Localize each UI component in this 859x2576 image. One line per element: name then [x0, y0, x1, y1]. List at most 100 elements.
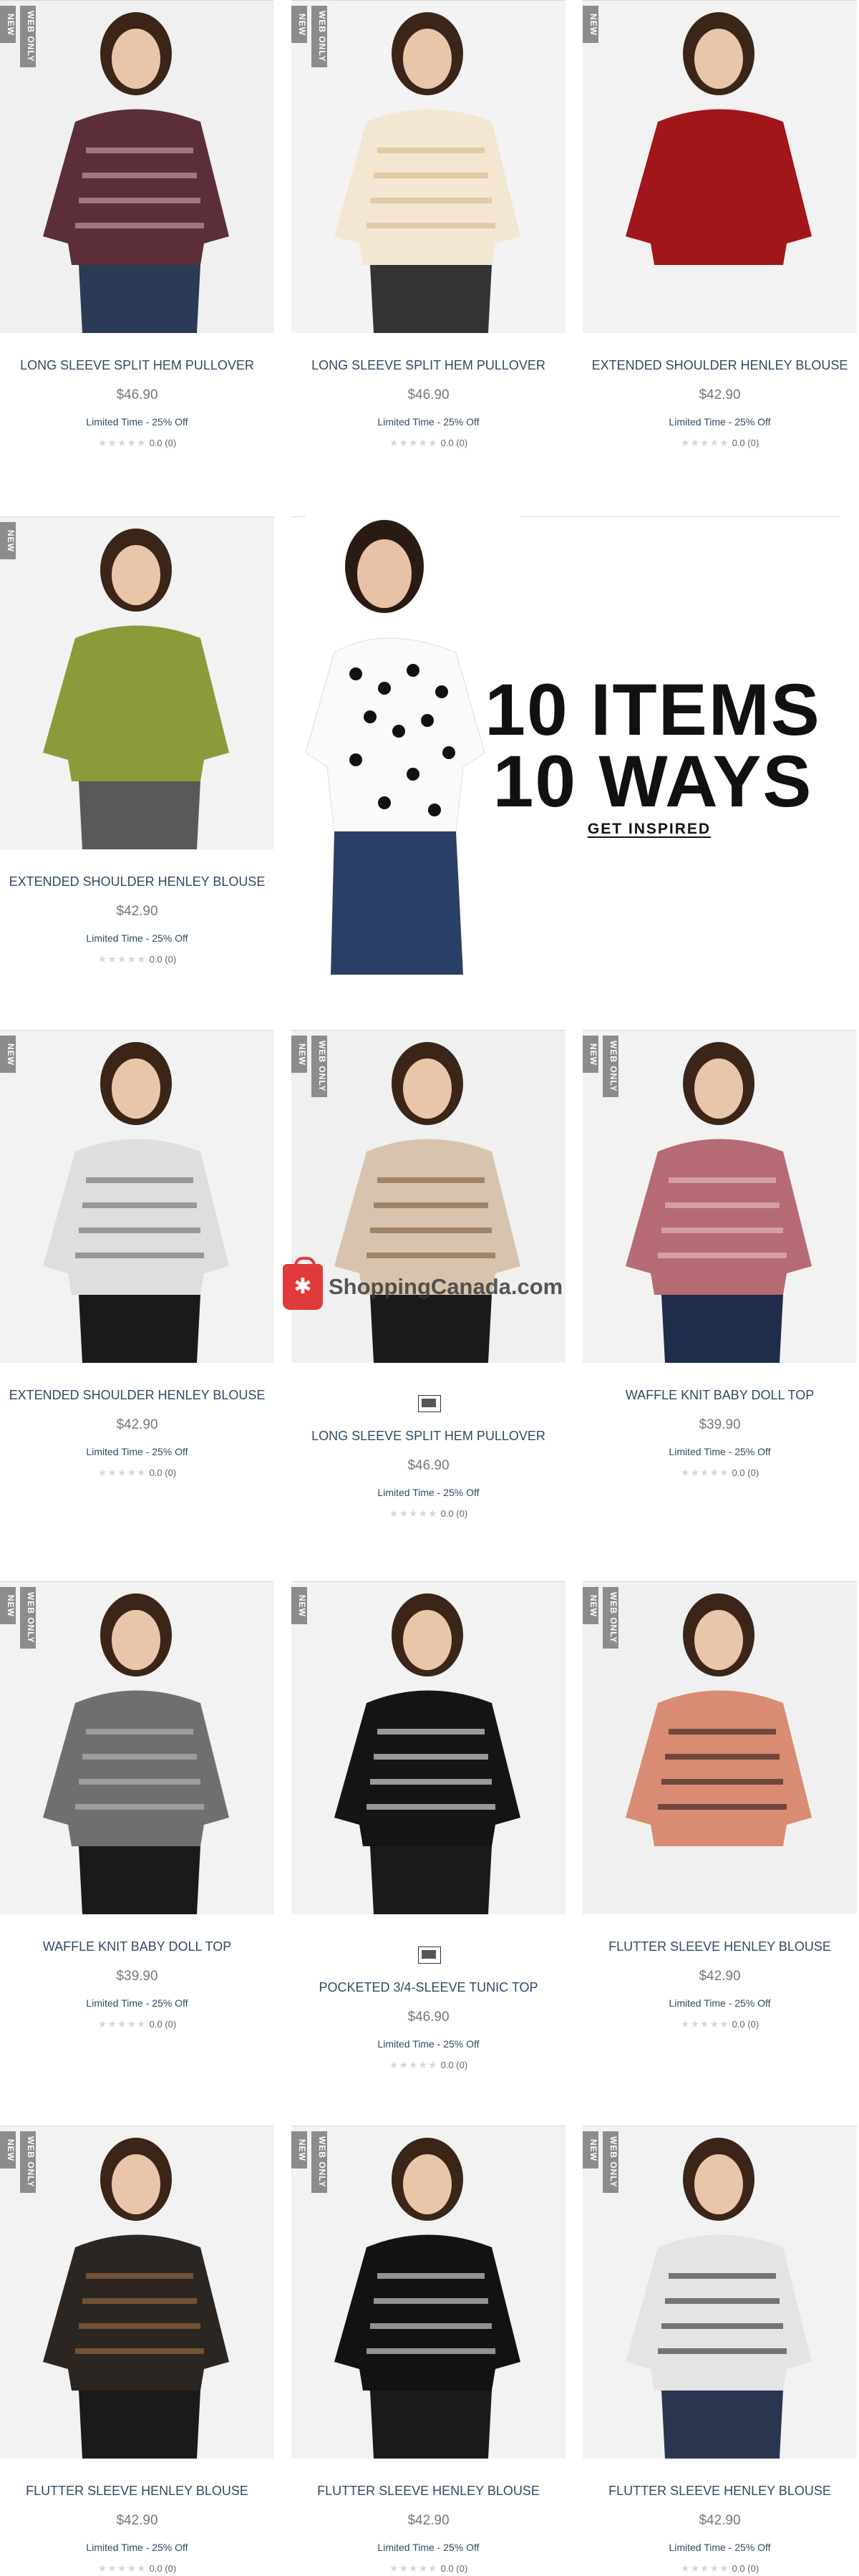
rating: ★★★★★ 0.0 (0): [583, 2562, 857, 2575]
rating: ★★★★★ 0.0 (0): [291, 1508, 566, 1520]
product-image[interactable]: NEW WEB ONLY: [583, 2126, 857, 2459]
new-badge: NEW: [291, 2131, 307, 2169]
product-image[interactable]: NEW WEB ONLY: [291, 0, 566, 333]
rating: ★★★★★ 0.0 (0): [0, 437, 274, 449]
product-name[interactable]: LONG SLEEVE SPLIT HEM PULLOVER: [291, 1429, 566, 1444]
product-price: $42.90: [699, 2513, 741, 2528]
product-name[interactable]: FLUTTER SLEEVE HENLEY BLOUSE: [583, 2484, 857, 2499]
badge-group: NEW WEB ONLY: [583, 1587, 618, 1649]
product-image[interactable]: NEW: [583, 0, 857, 333]
promo-headline-line1: 10 ITEMS: [485, 669, 821, 751]
badge-group: NEW WEB ONLY: [291, 6, 327, 67]
new-badge: NEW: [0, 1587, 16, 1624]
product-name[interactable]: WAFFLE KNIT BABY DOLL TOP: [583, 1388, 857, 1403]
rating: ★★★★★ 0.0 (0): [291, 2562, 566, 2575]
product-price: $42.90: [699, 387, 741, 402]
promo-text: Limited Time - 25% Off: [669, 2542, 771, 2553]
rating: ★★★★★ 0.0 (0): [0, 2562, 274, 2575]
new-badge: NEW: [0, 522, 16, 559]
product-image[interactable]: NEW WEB ONLY: [0, 0, 274, 333]
star-rating-icon: ★★★★★: [389, 1508, 438, 1519]
rating-value: 0.0 (0): [732, 2563, 759, 2574]
divider: [291, 1581, 566, 1582]
badge-group: NEW: [0, 1036, 16, 1073]
product-image[interactable]: NEW WEB ONLY: [583, 1030, 857, 1363]
product-image[interactable]: NEW WEB ONLY: [0, 1581, 274, 1914]
product-image[interactable]: NEW: [0, 1030, 274, 1363]
badge-group: NEW WEB ONLY: [583, 1036, 618, 1097]
badge-group: NEW: [583, 6, 598, 43]
star-rating-icon: ★★★★★: [389, 437, 438, 448]
product-image[interactable]: NEW WEB ONLY: [583, 1581, 857, 1914]
rating-value: 0.0 (0): [149, 2019, 177, 2030]
new-badge: NEW: [583, 1036, 598, 1073]
get-inspired-link[interactable]: GET INSPIRED: [563, 821, 735, 838]
star-rating-icon: ★★★★★: [389, 2059, 438, 2070]
web-only-badge: WEB ONLY: [603, 2131, 618, 2193]
rating: ★★★★★ 0.0 (0): [291, 437, 566, 449]
new-badge: NEW: [0, 1036, 16, 1073]
promo-text: Limited Time - 25% Off: [86, 1997, 188, 2009]
star-rating-icon: ★★★★★: [97, 2018, 147, 2030]
promo-text: Limited Time - 25% Off: [377, 1487, 480, 1498]
product-name[interactable]: WAFFLE KNIT BABY DOLL TOP: [0, 1939, 274, 1954]
badge-group: NEW WEB ONLY: [0, 6, 36, 67]
product-name[interactable]: POCKETED 3/4-SLEEVE TUNIC TOP: [291, 1980, 566, 1995]
promo-text: Limited Time - 25% Off: [669, 416, 771, 428]
new-badge: NEW: [291, 1587, 307, 1624]
rating: ★★★★★ 0.0 (0): [291, 2059, 566, 2071]
rating-value: 0.0 (0): [149, 954, 177, 965]
new-badge: NEW: [583, 1587, 598, 1624]
divider: [291, 1030, 566, 1031]
badge-group: NEW WEB ONLY: [291, 2131, 327, 2193]
star-rating-icon: ★★★★★: [680, 437, 729, 448]
star-rating-icon: ★★★★★: [97, 437, 147, 448]
product-name[interactable]: FLUTTER SLEEVE HENLEY BLOUSE: [0, 2484, 274, 2499]
watermark-text: ShoppingCanada.com: [329, 1274, 563, 1299]
star-rating-icon: ★★★★★: [97, 1467, 147, 1478]
watermark: ✱ ShoppingCanada.com: [283, 1257, 563, 1312]
rating: ★★★★★ 0.0 (0): [583, 437, 857, 449]
rating-value: 0.0 (0): [440, 1508, 468, 1519]
rating-value: 0.0 (0): [732, 438, 759, 448]
product-image[interactable]: NEW: [0, 516, 274, 849]
web-only-badge: WEB ONLY: [20, 1587, 36, 1649]
promo-headline-line2: 10 WAYS: [492, 741, 813, 822]
rating: ★★★★★ 0.0 (0): [0, 953, 274, 965]
star-rating-icon: ★★★★★: [389, 2562, 438, 2574]
web-only-badge: WEB ONLY: [311, 6, 327, 67]
rating-value: 0.0 (0): [149, 438, 177, 448]
product-name[interactable]: LONG SLEEVE SPLIT HEM PULLOVER: [291, 358, 566, 373]
rating: ★★★★★ 0.0 (0): [0, 2018, 274, 2030]
product-image[interactable]: NEW: [291, 1581, 566, 1914]
divider: [583, 0, 857, 1]
promo-banner-10-items-10-ways[interactable]: 10 ITEMS 10 WAYS GET INSPIRED: [291, 516, 839, 975]
product-price: $46.90: [116, 387, 158, 402]
promo-text: Limited Time - 25% Off: [86, 416, 188, 428]
product-name[interactable]: EXTENDED SHOULDER HENLEY BLOUSE: [0, 874, 274, 889]
new-badge: NEW: [583, 6, 598, 43]
web-only-badge: WEB ONLY: [20, 2131, 36, 2193]
promo-text: Limited Time - 25% Off: [669, 1446, 771, 1457]
product-image[interactable]: NEW WEB ONLY: [291, 1030, 566, 1363]
product-price: $42.90: [116, 1417, 158, 1432]
promo-text: Limited Time - 25% Off: [377, 2038, 480, 2050]
rating-value: 0.0 (0): [440, 438, 468, 448]
product-name[interactable]: EXTENDED SHOULDER HENLEY BLOUSE: [583, 358, 857, 373]
product-name[interactable]: LONG SLEEVE SPLIT HEM PULLOVER: [0, 358, 274, 373]
divider: [0, 0, 274, 1]
star-rating-icon: ★★★★★: [97, 2562, 147, 2574]
product-name[interactable]: FLUTTER SLEEVE HENLEY BLOUSE: [583, 1939, 857, 1954]
color-swatch[interactable]: [418, 1395, 441, 1412]
color-swatch[interactable]: [418, 1947, 441, 1964]
web-only-badge: WEB ONLY: [603, 1587, 618, 1649]
product-name[interactable]: FLUTTER SLEEVE HENLEY BLOUSE: [291, 2484, 566, 2499]
new-badge: NEW: [0, 2131, 16, 2169]
product-image[interactable]: NEW WEB ONLY: [0, 2126, 274, 2459]
divider: [0, 1030, 274, 1031]
rating: ★★★★★ 0.0 (0): [0, 1467, 274, 1479]
product-price: $42.90: [116, 2513, 158, 2528]
product-image[interactable]: NEW WEB ONLY: [291, 2126, 566, 2459]
new-badge: NEW: [0, 6, 16, 43]
product-name[interactable]: EXTENDED SHOULDER HENLEY BLOUSE: [0, 1388, 274, 1403]
